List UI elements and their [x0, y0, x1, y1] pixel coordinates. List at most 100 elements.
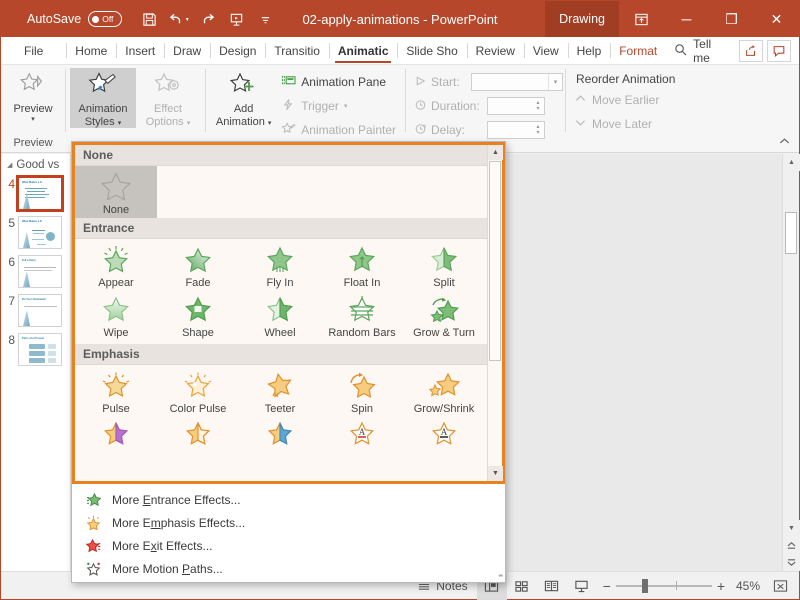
list-item[interactable]: 8 Parts of a Present	[1, 330, 70, 369]
animation-pane-button[interactable]: Animation Pane	[277, 70, 400, 94]
list-item[interactable]: 4 What Makes a G	[1, 174, 70, 213]
tab-view[interactable]: View	[523, 37, 568, 64]
scroll-up-button[interactable]: ▲	[783, 154, 800, 171]
context-tab-drawing[interactable]: Drawing	[545, 1, 619, 37]
gallery-item-random-bars[interactable]: Random Bars	[321, 291, 403, 341]
gallery-item-appear[interactable]: Appear	[75, 241, 157, 291]
animation-painter-button[interactable]: Animation Painter	[277, 118, 400, 142]
autosave-toggle[interactable]: Off	[88, 11, 123, 27]
gallery-item-color-pulse[interactable]: Color Pulse	[157, 367, 239, 417]
gallery-item-grow-shrink[interactable]: Grow/Shrink	[403, 367, 485, 417]
tab-review[interactable]: Review	[466, 37, 524, 64]
tab-transitions[interactable]: Transitio	[265, 37, 328, 64]
menu-item-more-entrance-effects[interactable]: More Entrance Effects...	[72, 488, 505, 511]
delay-input[interactable]: ▴ ▾	[487, 121, 545, 139]
effect-options-caret-icon[interactable]: ▾	[187, 120, 191, 127]
start-dropdown-caret-icon[interactable]: ▾	[548, 74, 562, 90]
list-item[interactable]: 6 Tell a Story	[1, 252, 70, 291]
gallery-scroll-up-button[interactable]: ▲	[488, 145, 503, 160]
gallery-item-fade[interactable]: Fade	[157, 241, 239, 291]
slide-thumbnail[interactable]: What Makes a G	[16, 175, 64, 212]
gallery-item-float-in[interactable]: Float In	[321, 241, 403, 291]
gallery-scroll-down-button[interactable]: ▼	[488, 466, 503, 481]
autosave-control[interactable]: AutoSave Off	[27, 11, 123, 27]
tab-file[interactable]: File	[15, 37, 52, 64]
save-icon[interactable]	[136, 6, 162, 32]
animation-styles-gallery[interactable]: None None Entrance Appear Fade Fly In Fl…	[71, 141, 506, 583]
trigger-caret-icon[interactable]: ▾	[344, 103, 348, 110]
reading-view-button[interactable]	[537, 572, 567, 600]
zoom-slider[interactable]: − +	[597, 578, 731, 594]
add-animation-button[interactable]: Add Animation ▾	[210, 68, 277, 128]
move-later-button[interactable]: Move Later	[570, 112, 656, 136]
animation-styles-button[interactable]: Animation Styles ▾	[70, 68, 136, 128]
tab-format[interactable]: Format	[610, 37, 666, 64]
animation-styles-caret-icon[interactable]: ▾	[118, 120, 122, 127]
collapse-ribbon-icon[interactable]	[778, 136, 791, 150]
gallery-item-spin[interactable]: Spin	[321, 367, 403, 417]
close-button[interactable]: ✕	[754, 1, 799, 37]
gallery-scrollbar[interactable]: ▲ ▼	[487, 145, 503, 481]
tab-draw[interactable]: Draw	[164, 37, 210, 64]
preview-caret-icon[interactable]: ▾	[31, 116, 35, 123]
menu-item-more-exit-effects[interactable]: More Exit Effects...	[72, 534, 505, 557]
gallery-item-pulse[interactable]: Pulse	[75, 367, 157, 417]
gallery-item-none[interactable]: None	[75, 166, 157, 218]
tell-me-search[interactable]: Tell me	[666, 37, 739, 65]
tab-animations[interactable]: Animatic	[328, 37, 398, 64]
scrollbar-thumb[interactable]	[785, 212, 797, 254]
previous-slide-button[interactable]	[783, 537, 800, 554]
duration-spinner-icon[interactable]: ▴ ▾	[532, 98, 544, 114]
gallery-item-wipe[interactable]: Wipe	[75, 291, 157, 341]
resize-grip-icon[interactable]: ▪▪	[498, 571, 503, 580]
gallery-item-shape[interactable]: Shape	[157, 291, 239, 341]
fit-slide-to-window-button[interactable]	[765, 572, 795, 600]
trigger-button[interactable]: Trigger ▾	[277, 94, 400, 118]
slide-sorter-view-button[interactable]	[507, 572, 537, 600]
gallery-item-lighten[interactable]	[239, 417, 321, 451]
menu-item-more-emphasis-effects[interactable]: More Emphasis Effects...	[72, 511, 505, 534]
slide-scrollbar[interactable]: ▲ ▼	[782, 154, 800, 571]
undo-icon[interactable]: ▾	[165, 6, 191, 32]
customize-quick-access-toolbar-icon[interactable]	[252, 6, 278, 32]
zoom-handle[interactable]	[641, 578, 648, 593]
zoom-out-button[interactable]: −	[603, 578, 611, 594]
menu-item-more-motion-paths[interactable]: More Motion Paths...	[72, 557, 505, 580]
ribbon-display-options-icon[interactable]	[619, 1, 664, 37]
start-input[interactable]: ▾	[471, 73, 563, 91]
gallery-item-grow-and-turn[interactable]: Grow & Turn	[403, 291, 485, 341]
maximize-restore-button[interactable]: ❐	[709, 1, 754, 37]
gallery-item-darken[interactable]	[157, 417, 239, 451]
share-icon[interactable]	[739, 39, 763, 62]
tab-help[interactable]: Help	[567, 37, 611, 64]
scroll-down-button[interactable]: ▼	[783, 520, 800, 537]
zoom-track[interactable]	[615, 578, 712, 593]
slide-thumbnail[interactable]: Do Your Homework	[18, 294, 62, 327]
delay-spinner-icon[interactable]: ▴ ▾	[532, 122, 544, 138]
slide-thumbnail[interactable]: Parts of a Present	[18, 333, 62, 366]
list-item[interactable]: 7 Do Your Homework	[1, 291, 70, 330]
gallery-item-fly-in[interactable]: Fly In	[239, 241, 321, 291]
gallery-item-teeter[interactable]: Teeter	[239, 367, 321, 417]
section-collapse-triangle-icon[interactable]: ◢	[7, 161, 12, 169]
zoom-in-button[interactable]: +	[717, 578, 725, 594]
comments-icon[interactable]	[767, 39, 791, 62]
gallery-item-object-color[interactable]: A	[403, 417, 485, 451]
tab-design[interactable]: Design	[210, 37, 265, 64]
add-animation-caret-icon[interactable]: ▾	[268, 120, 272, 127]
gallery-item-transparency[interactable]: A	[321, 417, 403, 451]
slide-thumbnail[interactable]: What Makes a D	[18, 216, 62, 249]
gallery-item-wheel[interactable]: Wheel	[239, 291, 321, 341]
zoom-level-label[interactable]: 45%	[731, 579, 765, 593]
undo-dropdown-caret[interactable]: ▾	[186, 16, 189, 23]
start-presentation-icon[interactable]	[223, 6, 249, 32]
next-slide-button[interactable]	[783, 554, 800, 571]
tab-slide-show[interactable]: Slide Sho	[397, 37, 466, 64]
tab-home[interactable]: Home	[66, 37, 116, 64]
preview-button[interactable]: Preview ▾	[6, 68, 60, 123]
slide-thumbnail[interactable]: Tell a Story	[18, 255, 62, 288]
slide-show-button[interactable]	[567, 572, 597, 600]
minimize-button[interactable]: ─	[664, 1, 709, 37]
gallery-item-split[interactable]: Split	[403, 241, 485, 291]
effect-options-button[interactable]: Effect Options ▾	[136, 68, 200, 128]
